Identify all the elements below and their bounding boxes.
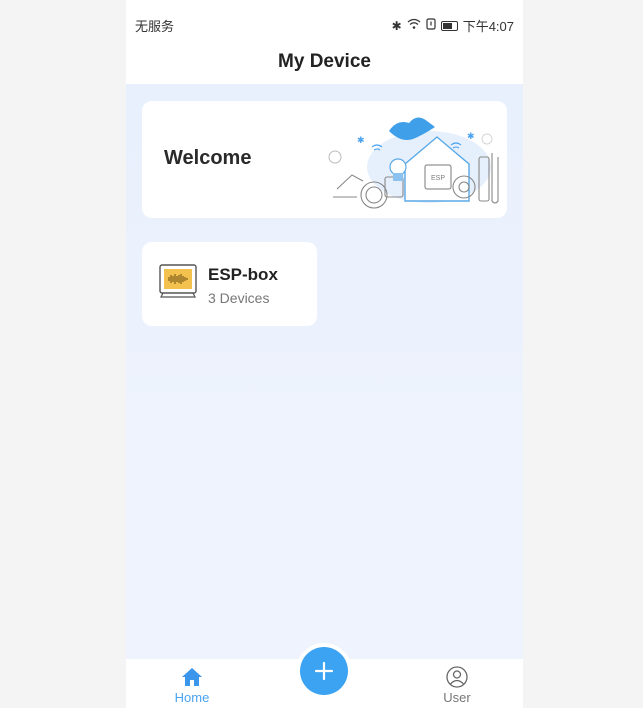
add-device-button[interactable] <box>300 647 348 695</box>
main-content: Welcome ESP ✱ ✱ ESP-box 3 Devices <box>126 84 523 659</box>
svg-text:✱: ✱ <box>467 132 475 142</box>
tab-user-label: User <box>443 690 471 705</box>
plus-icon <box>314 661 334 681</box>
status-time: 下午4:07 <box>462 19 514 34</box>
user-icon <box>446 666 468 688</box>
tab-user[interactable]: User <box>417 659 497 708</box>
tab-home[interactable]: Home <box>152 659 232 708</box>
sim-icon <box>426 18 436 33</box>
welcome-card: Welcome ESP ✱ ✱ <box>142 101 507 218</box>
carrier-label: 无服务 <box>135 19 175 34</box>
svg-text:ESP: ESP <box>431 175 445 182</box>
page-title: My Device <box>278 51 371 72</box>
status-icons: ✱ 下午4:07 <box>392 16 514 35</box>
smart-home-illustration: ESP ✱ ✱ <box>328 117 499 209</box>
wifi-icon <box>407 18 421 33</box>
home-icon <box>182 668 202 686</box>
app-screen: 无服务 ✱ 下午4:07 My Device Welcome ESP ✱ ✱ E… <box>126 0 523 708</box>
svg-text:✱: ✱ <box>357 136 365 146</box>
battery-icon <box>440 20 458 31</box>
esp-box-icon <box>159 264 197 298</box>
device-name: ESP-box <box>208 265 278 284</box>
device-count: 3 Devices <box>208 290 270 306</box>
status-bar: 无服务 ✱ 下午4:07 <box>126 0 523 40</box>
page-header: My Device <box>126 40 523 84</box>
welcome-title: Welcome <box>164 147 252 169</box>
bluetooth-icon: ✱ <box>391 18 402 33</box>
tab-home-label: Home <box>174 690 210 705</box>
device-card-esp-box[interactable]: ESP-box 3 Devices <box>142 242 317 326</box>
